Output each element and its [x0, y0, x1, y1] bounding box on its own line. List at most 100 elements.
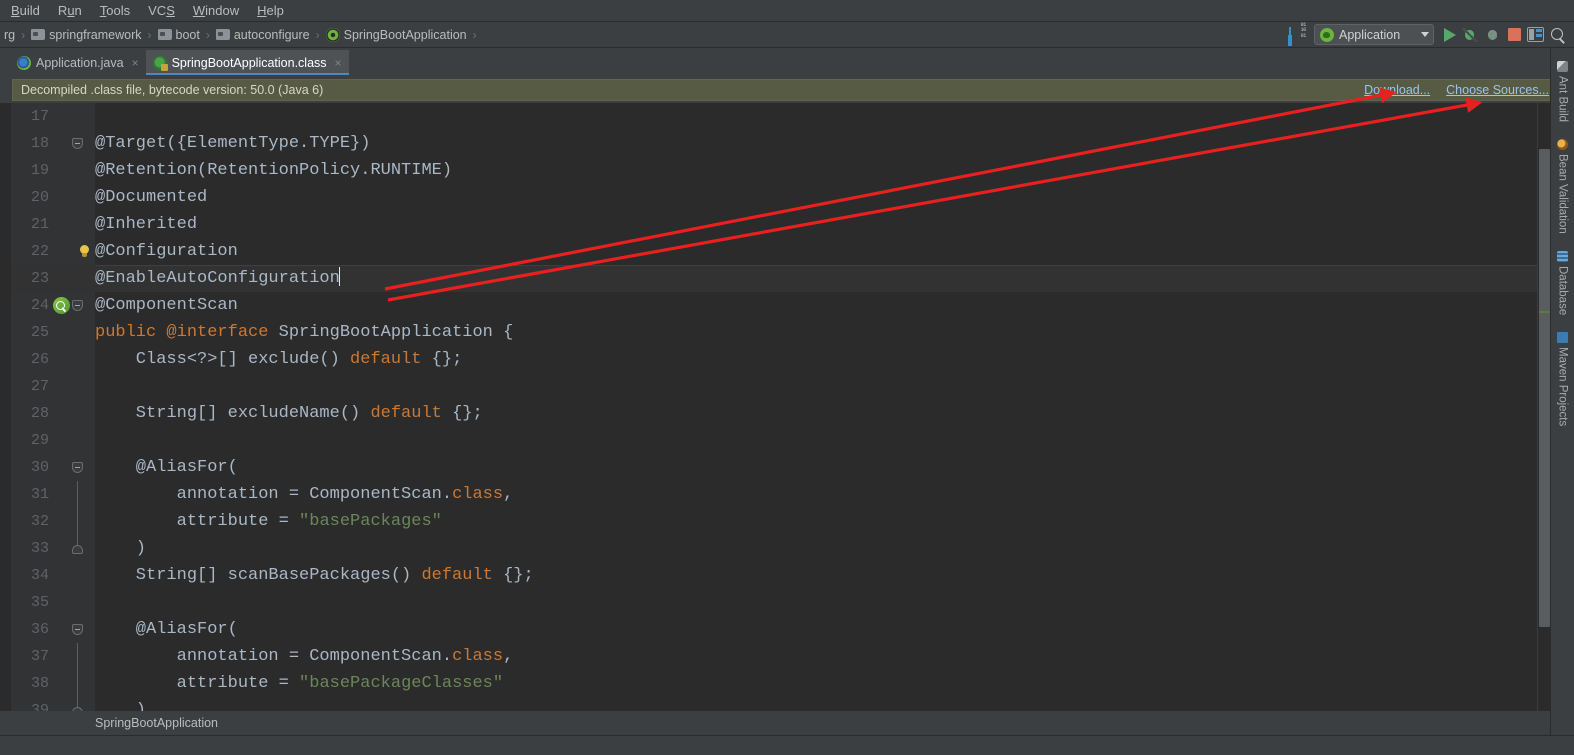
breadcrumb-item-boot[interactable]: boot	[156, 27, 202, 43]
spring-bean-gutter-icon[interactable]	[53, 297, 70, 314]
code-line-23[interactable]: @EnableAutoConfiguration	[95, 265, 1550, 292]
menu-item-run[interactable]: Run	[49, 1, 91, 20]
code-token: class	[452, 485, 504, 504]
code-line-24[interactable]: @ComponentScan	[95, 292, 1550, 319]
editor-breadcrumb-label[interactable]: SpringBootApplication	[95, 716, 218, 730]
tool-window-database[interactable]: Database	[1557, 244, 1569, 325]
run-configuration-selector[interactable]: Application	[1314, 24, 1434, 45]
gutter-line-34[interactable]: 34	[11, 562, 95, 589]
gutter-line-39[interactable]: 39	[11, 697, 95, 711]
code-line-38[interactable]: attribute = "basePackageClasses"	[95, 670, 1550, 697]
folder-icon	[215, 29, 230, 40]
gutter-line-24[interactable]: 24	[11, 292, 95, 319]
menu-item-vcs[interactable]: VCS	[139, 1, 184, 20]
scrollbar-error-stripe-mark[interactable]	[1539, 311, 1550, 313]
gutter-line-18[interactable]: 18	[11, 130, 95, 157]
code-line-31[interactable]: annotation = ComponentScan.class,	[95, 481, 1550, 508]
gutter-line-32[interactable]: 32	[11, 508, 95, 535]
code-line-33[interactable]: )	[95, 535, 1550, 562]
tool-window-maven-projects[interactable]: Maven Projects	[1557, 325, 1569, 436]
line-number: 35	[30, 594, 49, 611]
code-line-20[interactable]: @Documented	[95, 184, 1550, 211]
gutter-line-31[interactable]: 31	[11, 481, 95, 508]
code-line-21[interactable]: @Inherited	[95, 211, 1550, 238]
gutter-line-35[interactable]: 35	[11, 589, 95, 616]
gutter-line-17[interactable]: 17	[11, 103, 95, 130]
gutter-line-19[interactable]: 19	[11, 157, 95, 184]
menu-item-build[interactable]: Build	[2, 1, 49, 20]
class-file-icon	[152, 55, 168, 71]
code-line-37[interactable]: annotation = ComponentScan.class,	[95, 643, 1550, 670]
editor-scrollbar[interactable]	[1537, 103, 1550, 711]
code-line-17[interactable]	[95, 103, 1550, 130]
code-text-area[interactable]: @Target({ElementType.TYPE}) @Retention(Re…	[95, 103, 1550, 711]
notification-message: Decompiled .class file, bytecode version…	[21, 83, 324, 97]
breadcrumb-item-springframework[interactable]: springframework	[29, 27, 143, 43]
close-icon[interactable]: ×	[335, 57, 342, 69]
fold-collapse-icon[interactable]	[72, 624, 83, 635]
editor-tab-application-java[interactable]: Application.java ×	[10, 50, 146, 75]
breadcrumb-label: autoconfigure	[233, 27, 310, 42]
fold-collapse-icon[interactable]	[72, 300, 83, 311]
gutter-line-21[interactable]: 21	[11, 211, 95, 238]
code-line-32[interactable]: attribute = "basePackages"	[95, 508, 1550, 535]
fold-line	[77, 670, 78, 697]
gutter-line-27[interactable]: 27	[11, 373, 95, 400]
scrollbar-thumb[interactable]	[1539, 149, 1550, 627]
gutter-line-25[interactable]: 25	[11, 319, 95, 346]
fold-end-icon[interactable]	[72, 545, 83, 554]
run-button[interactable]	[1444, 27, 1456, 42]
code-line-36[interactable]: @AliasFor(	[95, 616, 1550, 643]
breadcrumb-label: rg	[4, 27, 16, 42]
close-icon[interactable]: ×	[132, 57, 139, 69]
gutter-line-30[interactable]: 30	[11, 454, 95, 481]
notification-link-download[interactable]: Download...	[1364, 83, 1430, 97]
editor-gutter[interactable]: 17 18 19 20 21 22 23 24 25 26 27 28 29 30 31 32 33 34 35 36…	[11, 103, 95, 711]
line-number: 21	[30, 216, 49, 233]
code-token: @Inherited	[95, 215, 198, 234]
code-line-18[interactable]: @Target({ElementType.TYPE})	[95, 130, 1550, 157]
menu-item-window[interactable]: Window	[184, 1, 248, 20]
gutter-line-28[interactable]: 28	[11, 400, 95, 427]
tool-window-ant-build[interactable]: Ant Build	[1557, 54, 1569, 132]
code-line-26[interactable]: Class<?>[] exclude() default {};	[95, 346, 1550, 373]
code-line-39[interactable]: )	[95, 697, 1550, 711]
gutter-line-33[interactable]: 33	[11, 535, 95, 562]
gutter-line-37[interactable]: 37	[11, 643, 95, 670]
menu-item-tools[interactable]: Tools	[91, 1, 139, 20]
code-line-27[interactable]	[95, 373, 1550, 400]
search-everywhere-icon[interactable]	[1550, 27, 1566, 43]
gutter-line-36[interactable]: 36	[11, 616, 95, 643]
gutter-line-29[interactable]: 29	[11, 427, 95, 454]
code-line-29[interactable]	[95, 427, 1550, 454]
stop-button[interactable]	[1508, 28, 1521, 41]
code-editor[interactable]: 17 18 19 20 21 22 23 24 25 26 27 28 29 30 31 32 33 34 35 36…	[0, 103, 1550, 711]
tool-window-bean-validation[interactable]: Bean Validation	[1557, 132, 1569, 244]
menu-item-help[interactable]: Help	[248, 1, 293, 20]
notification-link-choosesources[interactable]: Choose Sources...	[1446, 83, 1549, 97]
gutter-line-26[interactable]: 26	[11, 346, 95, 373]
code-line-30[interactable]: @AliasFor(	[95, 454, 1550, 481]
code-line-25[interactable]: public @interface SpringBootApplication …	[95, 319, 1550, 346]
layout-button[interactable]	[1527, 27, 1544, 42]
code-line-19[interactable]: @Retention(RetentionPolicy.RUNTIME)	[95, 157, 1550, 184]
code-line-28[interactable]: String[] excludeName() default {};	[95, 400, 1550, 427]
code-line-34[interactable]: String[] scanBasePackages() default {};	[95, 562, 1550, 589]
breadcrumb-item-autoconfigure[interactable]: autoconfigure	[214, 27, 312, 43]
editor-tab-springbootapplication-class[interactable]: SpringBootApplication.class ×	[145, 50, 349, 75]
breadcrumb-item-rg[interactable]: rg	[2, 27, 17, 43]
breadcrumb-item-springbootapplication[interactable]: SpringBootApplication	[324, 27, 469, 43]
code-line-35[interactable]	[95, 589, 1550, 616]
code-token: @AliasFor(	[95, 620, 238, 639]
fold-collapse-icon[interactable]	[72, 462, 83, 473]
show-bytecode-icon[interactable]	[1288, 23, 1308, 45]
gutter-line-38[interactable]: 38	[11, 670, 95, 697]
gutter-line-23[interactable]: 23	[11, 265, 95, 292]
gutter-line-20[interactable]: 20	[11, 184, 95, 211]
debug-button[interactable]	[1462, 27, 1479, 43]
gutter-line-22[interactable]: 22	[11, 238, 95, 265]
intention-bulb-icon[interactable]	[79, 245, 90, 258]
fold-collapse-icon[interactable]	[72, 138, 83, 149]
code-line-22[interactable]: @Configuration	[95, 238, 1550, 265]
run-with-coverage-button[interactable]	[1485, 27, 1502, 43]
